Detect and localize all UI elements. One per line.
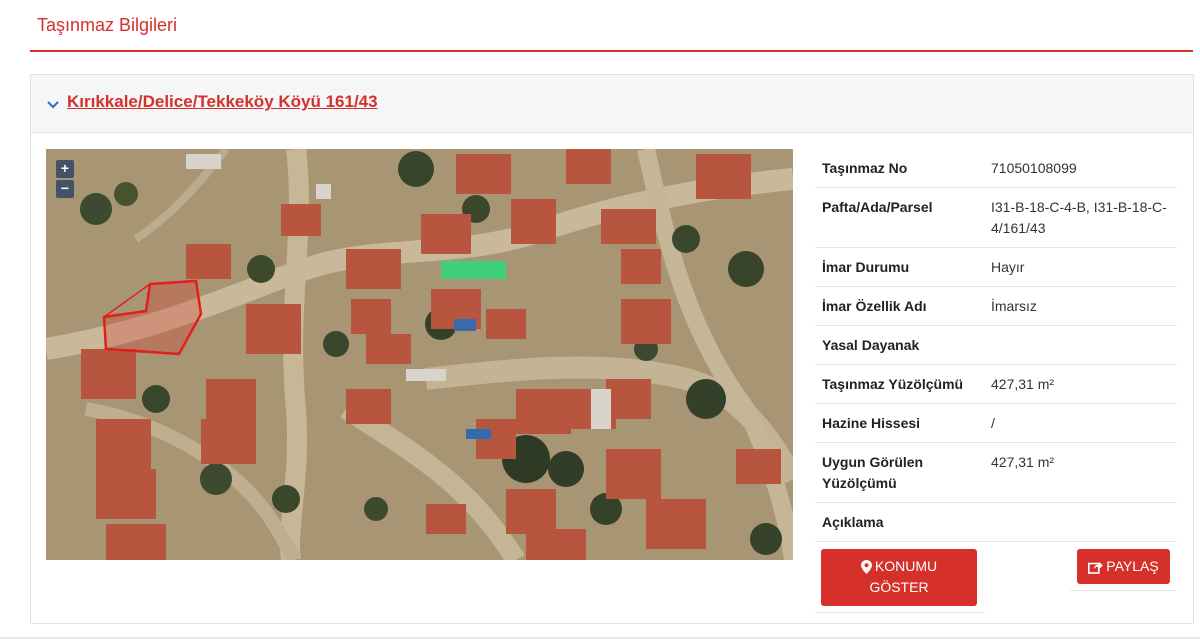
- row-label: Pafta/Ada/Parsel: [822, 199, 933, 215]
- share-button[interactable]: PAYLAŞ: [1077, 549, 1170, 584]
- page-title: Taşınmaz Bilgileri: [37, 15, 178, 35]
- info-row-uygun-yuzolcumu: Uygun Görülen Yüzölçümü 427,31 m²: [815, 443, 1177, 503]
- info-row-yuzolcumu: Taşınmaz Yüzölçümü 427,31 m²: [815, 365, 1177, 404]
- location-link[interactable]: Kırıkkale/Delice/Tekkeköy Köyü 161/43: [67, 92, 378, 112]
- info-row-tasinmaz-no: Taşınmaz No 71050108099: [815, 149, 1177, 188]
- row-label: Taşınmaz No: [822, 160, 908, 176]
- chevron-down-icon[interactable]: [46, 99, 60, 111]
- show-location-button[interactable]: KONUMU GÖSTER: [821, 549, 977, 606]
- info-row-pafta-ada-parsel: Pafta/Ada/Parsel I31-B-18-C-4-B, I31-B-1…: [815, 188, 1177, 248]
- row-label: Taşınmaz Yüzölçümü: [822, 376, 964, 392]
- divider: [815, 612, 985, 613]
- row-label: Açıklama: [822, 514, 884, 530]
- info-row-aciklama: Açıklama: [815, 503, 1177, 542]
- zoom-in-button[interactable]: +: [56, 160, 74, 178]
- row-value: I31-B-18-C-4-B, I31-B-18-C-4/161/43: [991, 199, 1167, 236]
- row-value: Hayır: [991, 259, 1025, 275]
- action-buttons: KONUMU GÖSTER PAYLAŞ: [815, 542, 1177, 618]
- zoom-out-button[interactable]: −: [56, 180, 74, 198]
- page-header: Taşınmaz Bilgileri: [30, 0, 1193, 52]
- row-value: /: [991, 415, 995, 431]
- row-value: [991, 512, 1177, 533]
- show-location-label-2: GÖSTER: [869, 579, 929, 595]
- share-label: PAYLAŞ: [1106, 558, 1159, 574]
- share-icon: [1088, 561, 1104, 574]
- map-imagery: [46, 149, 793, 560]
- map-marker-icon: [860, 560, 872, 575]
- row-label: Uygun Görülen Yüzölçümü: [822, 454, 924, 491]
- divider: [1070, 590, 1177, 591]
- panel-header[interactable]: Kırıkkale/Delice/Tekkeköy Köyü 161/43: [31, 75, 1193, 133]
- row-label: Hazine Hissesi: [822, 415, 921, 431]
- info-row-imar-durumu: İmar Durumu Hayır: [815, 248, 1177, 287]
- row-label: İmar Özellik Adı: [822, 298, 927, 314]
- row-value: İmarsız: [991, 298, 1037, 314]
- row-value: [991, 335, 1177, 356]
- row-value: 427,31 m²: [991, 376, 1055, 392]
- info-row-imar-ozellik: İmar Özellik Adı İmarsız: [815, 287, 1177, 326]
- info-row-hazine-hissesi: Hazine Hissesi /: [815, 404, 1177, 443]
- property-panel: Kırıkkale/Delice/Tekkeköy Köyü 161/43 + …: [30, 74, 1194, 624]
- info-row-yasal-dayanak: Yasal Dayanak: [815, 326, 1177, 365]
- property-info-table: Taşınmaz No 71050108099 Pafta/Ada/Parsel…: [815, 149, 1177, 618]
- row-value: 427,31 m²: [991, 454, 1055, 470]
- row-label: İmar Durumu: [822, 259, 910, 275]
- row-value: 71050108099: [991, 160, 1077, 176]
- satellite-map[interactable]: + −: [46, 149, 793, 560]
- show-location-label-1: KONUMU: [874, 558, 938, 574]
- row-label: Yasal Dayanak: [822, 337, 920, 353]
